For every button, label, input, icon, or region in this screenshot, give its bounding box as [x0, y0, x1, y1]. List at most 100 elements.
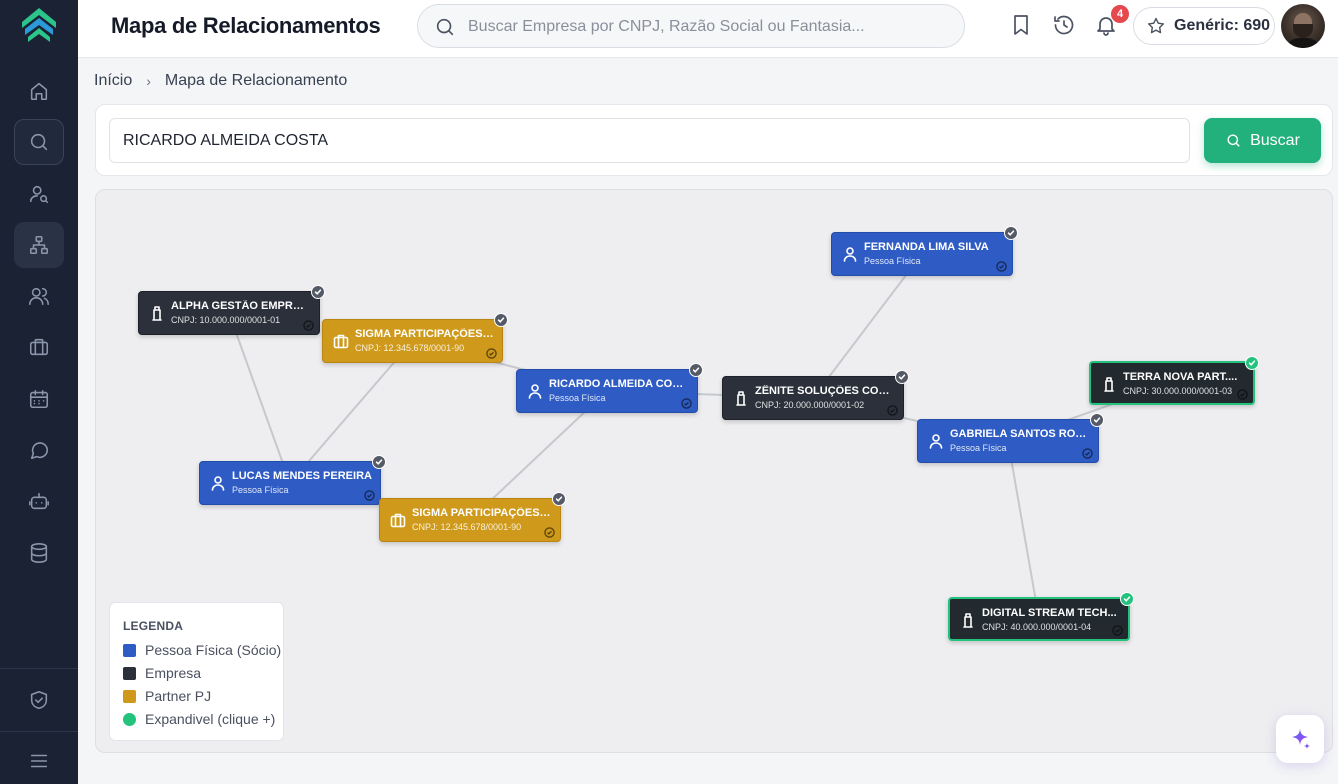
building-icon [959, 611, 977, 629]
sidebar-item-security[interactable] [14, 677, 64, 723]
breadcrumb-current: Mapa de Relacionamento [164, 72, 348, 89]
relationship-graph[interactable]: ALPHA GESTÃO EMPRESA... CNPJ: 10.000.000/… [95, 189, 1333, 753]
hierarchy-icon [29, 235, 49, 255]
bookmarks-button[interactable] [1009, 13, 1033, 37]
graph-node-subtitle: CNPJ: 20.000.000/0001-02 [755, 400, 865, 410]
legend-label: Pessoa Física (Sócio) [145, 642, 282, 658]
graph-node-subtitle: CNPJ: 10.000.000/0001-01 [171, 315, 281, 325]
history-button[interactable] [1052, 13, 1076, 37]
verified-badge-icon[interactable] [311, 285, 325, 299]
graph-edge-alpha-lucas [228, 312, 291, 484]
person-icon [526, 382, 544, 400]
sidebar-item-companies[interactable] [14, 324, 64, 370]
sidebar-item-database[interactable] [14, 530, 64, 576]
graph-node-subtitle: CNPJ: 30.000.000/0001-03 [1123, 386, 1233, 396]
sidebar-divider [0, 668, 78, 669]
check-circle-icon [486, 346, 497, 359]
verified-badge-icon[interactable] [895, 370, 909, 384]
sidebar-item-home[interactable] [14, 68, 64, 114]
graph-node-ricardo[interactable]: RICARDO ALMEIDA COSTA Pessoa Física [516, 363, 703, 413]
entity-search-input[interactable] [109, 118, 1190, 163]
sidebar-item-chat[interactable] [14, 427, 64, 473]
sidebar-item-users[interactable] [14, 273, 64, 319]
verified-badge-icon[interactable] [1245, 356, 1259, 370]
chevron-right-icon: › [146, 73, 151, 89]
search-icon [1227, 134, 1240, 147]
sidebar-item-person-search[interactable] [14, 171, 64, 217]
graph-edge-gabriela-digital [1007, 440, 1040, 620]
credits-badge[interactable]: Genéric: 690 [1133, 7, 1275, 45]
global-search[interactable] [417, 4, 965, 48]
graph-node-subtitle: CNPJ: 12.345.678/0001-90 [355, 343, 465, 353]
person-icon [927, 432, 945, 450]
chat-icon [30, 442, 49, 460]
legend-label: Partner PJ [145, 688, 212, 704]
graph-node-digital[interactable]: DIGITAL STREAM TECH... CNPJ: 40.000.000/0… [948, 592, 1134, 641]
avatar[interactable] [1281, 4, 1325, 48]
graph-node-title: SIGMA PARTICIPAÇÕES LTDA [412, 507, 552, 519]
verified-badge-icon[interactable] [1090, 413, 1104, 427]
search-button-label: Buscar [1250, 131, 1300, 149]
sidebar-item-search[interactable] [14, 119, 64, 165]
graph-node-subtitle: Pessoa Física [950, 443, 1007, 453]
graph-node-alpha[interactable]: ALPHA GESTÃO EMPRESA... CNPJ: 10.000.000/… [138, 285, 325, 335]
verified-badge-icon[interactable] [372, 455, 386, 469]
users-icon [29, 287, 49, 306]
sidebar-item-bot[interactable] [14, 478, 64, 524]
graph-node-fernanda[interactable]: FERNANDA LIMA SILVA Pessoa Física [831, 226, 1018, 276]
person-icon [209, 474, 227, 492]
verified-badge-icon[interactable] [689, 363, 703, 377]
bot-icon [29, 492, 49, 510]
sidebar-divider [0, 731, 78, 732]
shield-check-icon [30, 690, 48, 710]
verified-badge-icon[interactable] [552, 492, 566, 506]
check-circle-icon [364, 488, 375, 501]
sidebar-item-calendar[interactable] [14, 376, 64, 422]
sidebar-menu-toggle[interactable] [14, 738, 64, 784]
graph-node-gabriela[interactable]: GABRIELA SANTOS ROCHA Pessoa Física [917, 413, 1104, 463]
legend-label: Expandivel (clique +) [145, 711, 276, 727]
graph-node-subtitle: Pessoa Física [864, 256, 921, 266]
graph-node-zenite[interactable]: ZÊNITE SOLUÇÕES CORP.... CNPJ: 20.000.000… [722, 370, 909, 420]
search-button[interactable]: Buscar [1204, 118, 1321, 163]
check-circle-icon [996, 259, 1007, 272]
graph-node-terra[interactable]: TERRA NOVA PART.... CNPJ: 30.000.000/0001… [1089, 356, 1259, 405]
verified-badge-icon[interactable] [494, 313, 508, 327]
verified-badge-icon[interactable] [1120, 592, 1134, 606]
calendar-icon [29, 389, 49, 409]
graph-node-subtitle: Pessoa Física [549, 393, 606, 403]
sidebar [0, 0, 78, 784]
search-icon [30, 133, 48, 151]
check-circle-icon [681, 396, 692, 409]
legend-swatch [123, 666, 136, 680]
credits-label: Genéric: 690 [1174, 17, 1271, 34]
ai-assistant-button[interactable] [1276, 715, 1324, 763]
breadcrumb-home[interactable]: Início [94, 72, 132, 90]
briefcase-icon [29, 338, 49, 356]
sidebar-item-relationship-map[interactable] [14, 222, 64, 268]
legend-label: Empresa [145, 665, 202, 681]
legend-swatch [123, 643, 136, 657]
logo-icon[interactable] [20, 6, 58, 46]
graph-node-title: RICARDO ALMEIDA COSTA [549, 378, 689, 390]
database-icon [30, 543, 48, 563]
page-title: Mapa de Relacionamentos [111, 13, 381, 38]
building-icon [732, 389, 750, 407]
menu-icon [30, 754, 48, 768]
graph-node-sigma1[interactable]: SIGMA PARTICIPAÇÕES LTDA CNPJ: 12.345.678… [322, 313, 508, 363]
check-circle-icon [544, 525, 555, 538]
graph-node-title: ALPHA GESTÃO EMPRESA... [171, 300, 311, 312]
graph-node-subtitle: CNPJ: 12.345.678/0001-90 [412, 522, 522, 532]
check-circle-icon [1112, 623, 1123, 636]
graph-node-sigma2[interactable]: SIGMA PARTICIPAÇÕES LTDA CNPJ: 12.345.678… [379, 492, 566, 542]
graph-node-subtitle: CNPJ: 40.000.000/0001-04 [982, 622, 1092, 632]
graph-node-lucas[interactable]: LUCAS MENDES PEREIRA Pessoa Física [199, 455, 386, 505]
user-search-icon [29, 185, 49, 204]
legend-title: LEGENDA [123, 619, 184, 633]
graph-node-title: SIGMA PARTICIPAÇÕES LTDA [355, 328, 494, 340]
verified-badge-icon[interactable] [1004, 226, 1018, 240]
legend-item-partner-pj: Partner PJ [123, 687, 211, 705]
search-icon [436, 18, 454, 36]
legend-item-pessoa-fisica: Pessoa Física (Sócio) [123, 641, 281, 659]
global-search-input[interactable] [468, 14, 948, 40]
